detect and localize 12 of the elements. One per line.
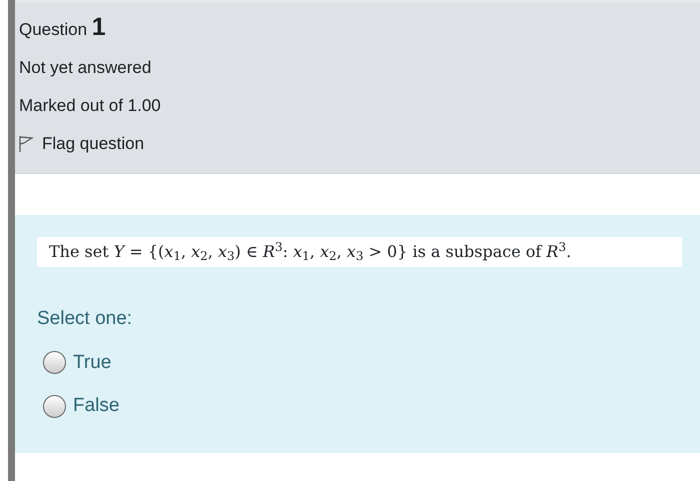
question-state: Not yet answered (19, 58, 152, 77)
select-prompt: Select one: (37, 307, 134, 331)
question-text: The set Y = {(x$_{1}$, x$_{2}$, x$_{3}$) ∈ R$^{3}$: x$_{1}$, x$_{2}$, x$_{3}$ > 0} is a subspace of R$^{3}$. (37, 237, 682, 267)
flag-question-link[interactable]: Flag question (42, 133, 144, 155)
flag-icon[interactable] (18, 135, 34, 153)
radio-button[interactable] (43, 351, 66, 374)
question-label: Question (19, 20, 88, 39)
radio-button[interactable] (43, 394, 66, 418)
option-label[interactable]: True (73, 348, 112, 377)
option-label[interactable]: False (73, 392, 120, 420)
question-marks: Marked out of 1.00 (19, 96, 161, 115)
question-number: 1 (92, 13, 106, 41)
